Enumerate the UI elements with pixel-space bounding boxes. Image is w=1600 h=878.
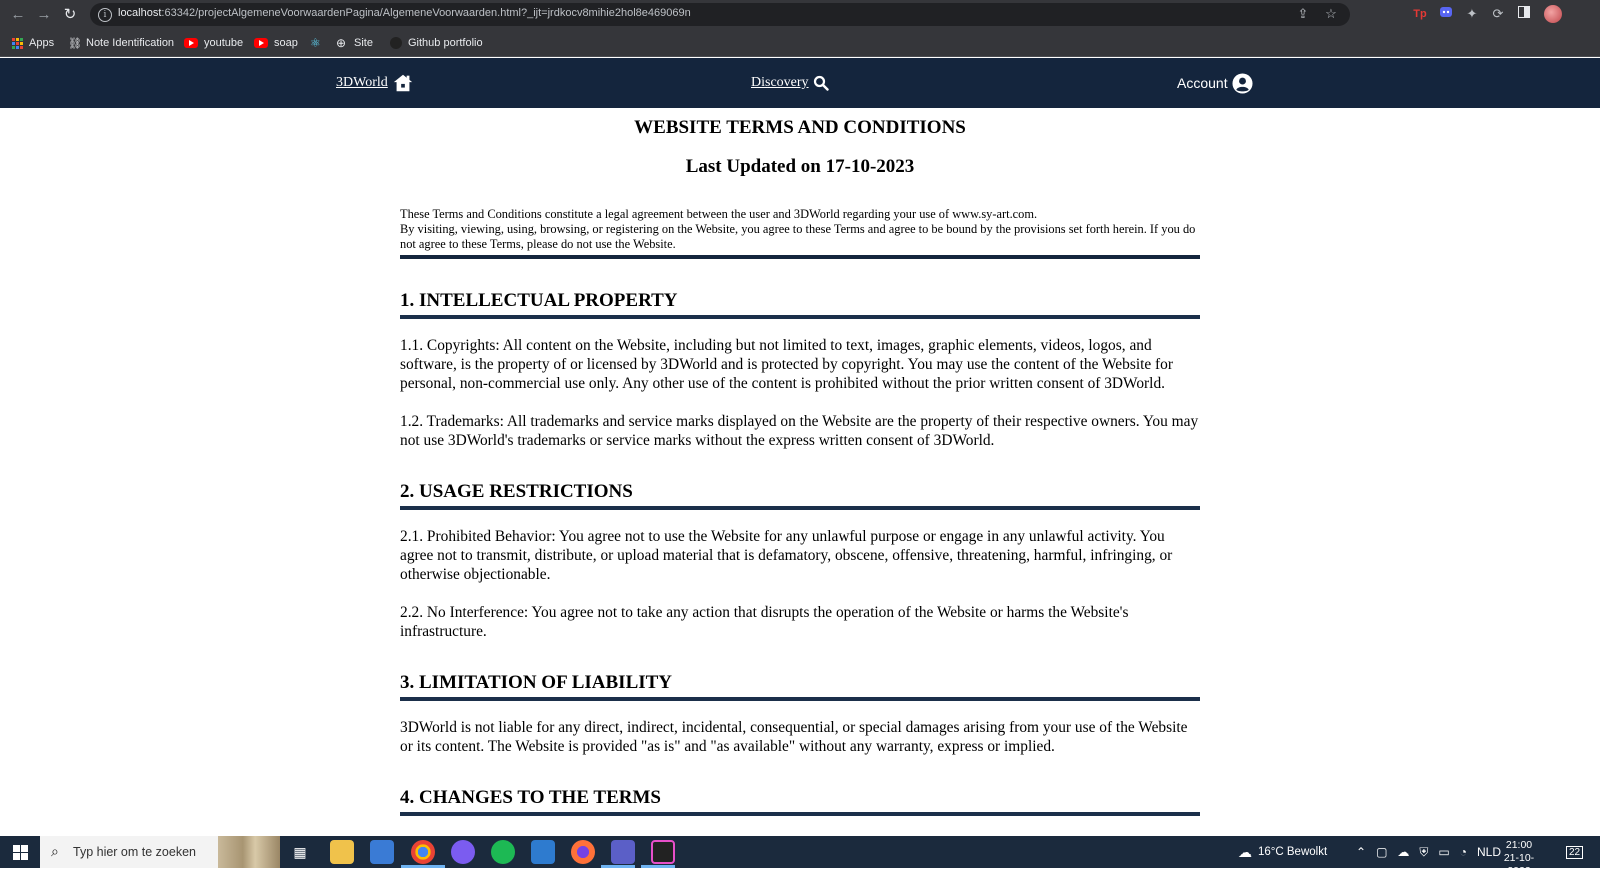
forward-arrow-icon[interactable]: → [33,4,55,26]
section-heading-changes-to-terms: 4. CHANGES TO THE TERMS [400,786,1200,816]
taskbar-search[interactable]: ⌕ Typ hier om te zoeken [40,836,280,868]
wifi-icon[interactable]: ◔ [1460,845,1467,859]
house-icon [393,74,412,92]
side-panel-icon[interactable] [1515,5,1533,23]
system-tray: ⌃ ▢ ☁ ⛨ ▭ ◔ NLD [1356,836,1501,868]
user-circle-icon [1232,72,1253,94]
file-explorer-icon[interactable] [330,840,354,864]
notification-center-icon[interactable]: 22 [1566,836,1584,868]
youtube-icon [254,38,268,48]
extensions-puzzle-icon[interactable]: ✦ [1463,5,1481,23]
paragraph-liability: 3DWorld is not liable for any direct, in… [400,719,1188,755]
discovery-link[interactable]: Discovery [751,58,829,108]
globe-icon: ⊕ [336,36,347,50]
youtube-icon [184,38,198,48]
brand-home-link[interactable]: 3DWorld [336,58,414,108]
store-icon[interactable] [370,840,394,864]
discord-extension-icon[interactable] [1437,5,1455,23]
page-title: WEBSITE TERMS AND CONDITIONS [634,117,966,138]
terms-document: WEBSITE TERMS AND CONDITIONS Last Update… [400,108,1200,816]
section-heading-usage-restrictions: 2. USAGE RESTRICTIONS [400,480,1200,510]
account-link[interactable]: Account [1177,58,1253,108]
back-arrow-icon[interactable]: ← [7,4,29,26]
tp-extension-icon[interactable]: Tp [1411,5,1429,23]
search-icon [813,75,829,91]
reload-icon[interactable]: ↻ [59,4,81,26]
bookmark-github-portfolio[interactable]: Github portfolio [390,29,483,57]
phpstorm-icon[interactable] [651,840,675,864]
section-heading-limitation-of-liability: 3. LIMITATION OF LIABILITY [400,671,1200,701]
search-highlight-image [218,836,280,868]
url-text[interactable]: localhost:63342/projectAlgemeneVoorwaard… [118,7,691,19]
bookmarks-bar: Apps ⛓ Note Identification youtube soap … [0,29,1600,57]
github-icon [390,37,402,49]
history-sync-icon[interactable]: ⟳ [1489,5,1507,23]
mail-icon[interactable] [531,840,555,864]
last-updated: Last Updated on 17-10-2023 [685,156,915,177]
paragraph-copyrights: 1.1. Copyrights: All content on the Webs… [400,337,1174,392]
chrome-icon[interactable] [411,840,435,864]
site-info-icon[interactable]: i [98,8,112,22]
bookmark-star-icon[interactable]: ☆ [1322,5,1340,23]
firefox-icon[interactable] [571,840,595,864]
cloud-icon: ☁ [1238,843,1252,860]
discord-icon[interactable] [451,840,475,864]
paragraph-prohibited-behavior: 2.1. Prohibited Behavior: You agree not … [400,528,1173,583]
section-heading-intellectual-property: 1. INTELLECTUAL PROPERTY [400,289,1200,319]
bookmark-youtube[interactable]: youtube [184,29,243,57]
bookmark-site[interactable]: ⊕ Site [336,29,373,57]
spotify-icon[interactable] [491,840,515,864]
onedrive-icon[interactable]: ☁ [1397,845,1409,859]
task-view-icon[interactable]: ▦ [288,840,312,864]
react-icon: ⚛ [310,36,321,50]
site-navbar: 3DWorld Discovery Account [0,58,1600,108]
share-icon[interactable]: ⇪ [1294,5,1312,23]
address-bar[interactable]: i localhost:63342/projectAlgemeneVoorwaa… [90,3,1350,26]
meet-icon[interactable]: ▢ [1376,845,1387,859]
battery-icon[interactable]: ▭ [1438,845,1449,859]
teams-icon[interactable] [611,840,635,864]
defender-icon[interactable]: ⛨ [1419,845,1428,860]
intro-text: These Terms and Conditions constitute a … [400,207,1200,259]
link-icon: ⛓ [68,38,82,50]
windows-start-icon[interactable] [13,845,28,860]
profile-avatar[interactable] [1544,5,1562,23]
bookmark-apps[interactable]: Apps [12,29,54,57]
bookmark-react[interactable]: ⚛ [310,29,322,57]
windows-taskbar: ⌕ Typ hier om te zoeken ▦ ☁ 16°C Bewolkt… [0,836,1600,877]
browser-toolbar: ← → ↻ i localhost:63342/projectAlgemeneV… [0,0,1600,29]
bookmark-soap[interactable]: soap [254,29,298,57]
chevron-up-icon[interactable]: ⌃ [1356,845,1366,859]
paragraph-trademarks: 1.2. Trademarks: All trademarks and serv… [400,413,1199,449]
weather-widget[interactable]: ☁ 16°C Bewolkt [1238,836,1327,868]
paragraph-no-interference: 2.2. No Interference: You agree not to t… [400,604,1129,640]
apps-grid-icon [12,37,23,49]
clock[interactable]: 21:00 21-10-2023 [1494,839,1544,878]
search-icon: ⌕ [51,843,59,859]
bookmark-note-identification[interactable]: ⛓ Note Identification [68,29,174,57]
